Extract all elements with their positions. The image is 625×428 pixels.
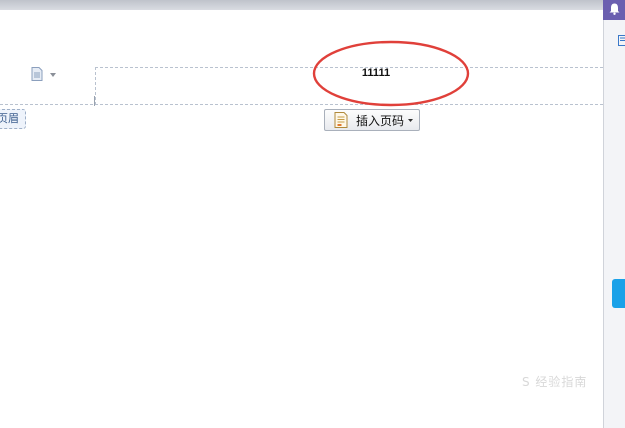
red-annotation-ellipse — [312, 40, 470, 107]
right-side-panel — [603, 0, 625, 428]
side-blue-tab[interactable] — [612, 279, 625, 308]
window-top-strip — [0, 0, 603, 10]
insert-page-number-button[interactable]: 插入页码 — [324, 109, 420, 131]
notification-tab[interactable] — [603, 0, 625, 20]
margin-corner-mark — [94, 96, 95, 106]
chevron-down-icon — [408, 118, 414, 122]
document-page[interactable] — [0, 10, 603, 428]
header-border-bottom — [0, 104, 603, 105]
chevron-down-icon[interactable] — [50, 73, 56, 77]
watermark-text: S 经验指南 — [522, 375, 588, 389]
bell-icon — [609, 3, 620, 15]
document-icon[interactable] — [31, 67, 43, 81]
panel-icon[interactable] — [618, 35, 625, 46]
header-tag-label[interactable]: 页眉 — [0, 109, 26, 129]
header-border-left — [95, 67, 96, 105]
insert-page-number-label: 插入页码 — [356, 113, 405, 128]
page-number-icon — [334, 112, 348, 128]
